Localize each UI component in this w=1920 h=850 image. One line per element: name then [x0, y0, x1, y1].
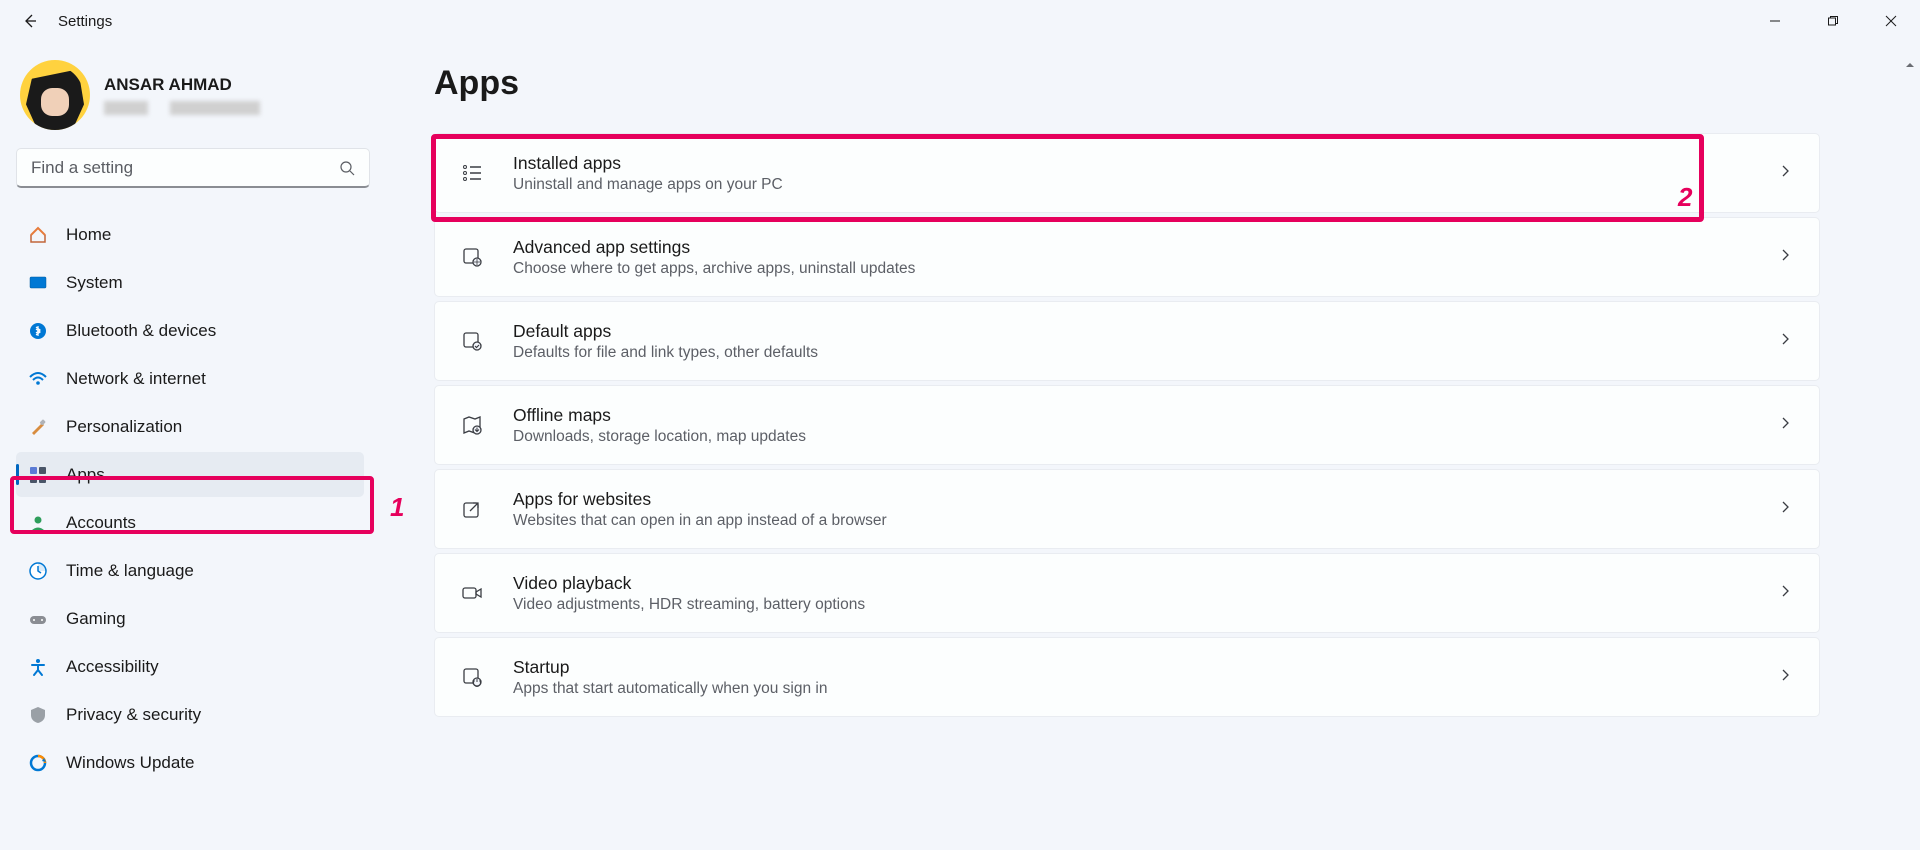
content-area: Apps Installed apps Uninstall and manage…	[380, 42, 1920, 850]
page-title: Apps	[434, 64, 1820, 103]
sidebar-item-update[interactable]: Windows Update	[16, 740, 364, 785]
chevron-right-icon	[1779, 332, 1795, 351]
video-icon	[459, 580, 485, 606]
sidebar-item-accounts[interactable]: Accounts	[16, 500, 364, 545]
annotation-number-2: 2	[1678, 182, 1692, 213]
list-icon	[459, 160, 485, 186]
sidebar-item-label: Privacy & security	[66, 705, 201, 725]
avatar	[20, 60, 90, 130]
profile-name: ANSAR AHMAD	[104, 75, 260, 95]
home-icon	[28, 225, 48, 245]
app-settings-icon	[459, 244, 485, 270]
sidebar-item-apps[interactable]: Apps	[16, 452, 364, 497]
sidebar-item-bluetooth[interactable]: Bluetooth & devices	[16, 308, 364, 353]
minimize-button[interactable]	[1746, 0, 1804, 42]
sidebar-item-gaming[interactable]: Gaming	[16, 596, 364, 641]
accessibility-icon	[28, 657, 48, 677]
scroll-up-indicator[interactable]	[1904, 58, 1916, 70]
chevron-right-icon	[1779, 668, 1795, 687]
sidebar-item-label: Gaming	[66, 609, 126, 629]
sidebar-item-home[interactable]: Home	[16, 212, 364, 257]
chevron-right-icon	[1779, 248, 1795, 267]
card-installed-apps[interactable]: Installed apps Uninstall and manage apps…	[434, 133, 1820, 213]
card-title: Apps for websites	[513, 489, 1779, 510]
sidebar-item-system[interactable]: System	[16, 260, 364, 305]
nav-list: Home System Bluetooth & devices Network …	[16, 212, 364, 785]
sidebar: ANSAR AHMAD Home System Bluetooth & devi…	[0, 42, 380, 850]
restore-button[interactable]	[1804, 0, 1862, 42]
sidebar-item-network[interactable]: Network & internet	[16, 356, 364, 401]
profile-block[interactable]: ANSAR AHMAD	[16, 60, 364, 130]
search-input[interactable]	[31, 158, 339, 178]
card-title: Advanced app settings	[513, 237, 1779, 258]
shield-icon	[28, 705, 48, 725]
close-button[interactable]	[1862, 0, 1920, 42]
card-title: Default apps	[513, 321, 1779, 342]
chevron-right-icon	[1779, 164, 1795, 183]
minimize-icon	[1769, 15, 1781, 27]
back-button[interactable]	[20, 12, 38, 30]
card-sub: Choose where to get apps, archive apps, …	[513, 260, 1779, 278]
sidebar-item-time[interactable]: Time & language	[16, 548, 364, 593]
wifi-icon	[28, 369, 48, 389]
card-sub: Video adjustments, HDR streaming, batter…	[513, 596, 1779, 614]
sidebar-item-label: Bluetooth & devices	[66, 321, 216, 341]
gamepad-icon	[28, 609, 48, 629]
card-title: Startup	[513, 657, 1779, 678]
card-advanced-app-settings[interactable]: Advanced app settings Choose where to ge…	[434, 217, 1820, 297]
sidebar-item-label: Network & internet	[66, 369, 206, 389]
person-icon	[28, 513, 48, 533]
card-apps-for-websites[interactable]: Apps for websites Websites that can open…	[434, 469, 1820, 549]
sidebar-item-personalization[interactable]: Personalization	[16, 404, 364, 449]
startup-icon	[459, 664, 485, 690]
open-link-icon	[459, 496, 485, 522]
brush-icon	[28, 417, 48, 437]
default-apps-icon	[459, 328, 485, 354]
profile-email-blurred	[104, 101, 260, 115]
window-title: Settings	[58, 13, 112, 30]
clock-icon	[28, 561, 48, 581]
restore-icon	[1827, 15, 1839, 27]
card-video-playback[interactable]: Video playback Video adjustments, HDR st…	[434, 553, 1820, 633]
titlebar: Settings	[0, 0, 1920, 42]
sidebar-item-label: Time & language	[66, 561, 194, 581]
card-sub: Apps that start automatically when you s…	[513, 680, 1779, 698]
search-icon	[339, 160, 355, 176]
arrow-left-icon	[21, 13, 37, 29]
sidebar-item-label: Windows Update	[66, 753, 195, 773]
chevron-right-icon	[1779, 416, 1795, 435]
card-title: Installed apps	[513, 153, 1779, 174]
card-title: Video playback	[513, 573, 1779, 594]
apps-icon	[28, 465, 48, 485]
sidebar-item-privacy[interactable]: Privacy & security	[16, 692, 364, 737]
close-icon	[1885, 15, 1897, 27]
chevron-right-icon	[1779, 500, 1795, 519]
chevron-right-icon	[1779, 584, 1795, 603]
card-startup[interactable]: Startup Apps that start automatically wh…	[434, 637, 1820, 717]
bluetooth-icon	[28, 321, 48, 341]
card-sub: Uninstall and manage apps on your PC	[513, 176, 1779, 194]
card-offline-maps[interactable]: Offline maps Downloads, storage location…	[434, 385, 1820, 465]
window-controls	[1746, 0, 1920, 42]
map-icon	[459, 412, 485, 438]
card-default-apps[interactable]: Default apps Defaults for file and link …	[434, 301, 1820, 381]
card-title: Offline maps	[513, 405, 1779, 426]
annotation-number-1: 1	[390, 492, 404, 523]
card-sub: Downloads, storage location, map updates	[513, 428, 1779, 446]
card-sub: Defaults for file and link types, other …	[513, 344, 1779, 362]
sidebar-item-label: System	[66, 273, 123, 293]
sidebar-item-accessibility[interactable]: Accessibility	[16, 644, 364, 689]
update-icon	[28, 753, 48, 773]
sidebar-item-label: Accounts	[66, 513, 136, 533]
sidebar-item-label: Home	[66, 225, 111, 245]
card-sub: Websites that can open in an app instead…	[513, 512, 1779, 530]
sidebar-item-label: Accessibility	[66, 657, 159, 677]
sidebar-item-label: Personalization	[66, 417, 182, 437]
search-box[interactable]	[16, 148, 370, 188]
sidebar-item-label: Apps	[66, 465, 105, 485]
system-icon	[28, 273, 48, 293]
